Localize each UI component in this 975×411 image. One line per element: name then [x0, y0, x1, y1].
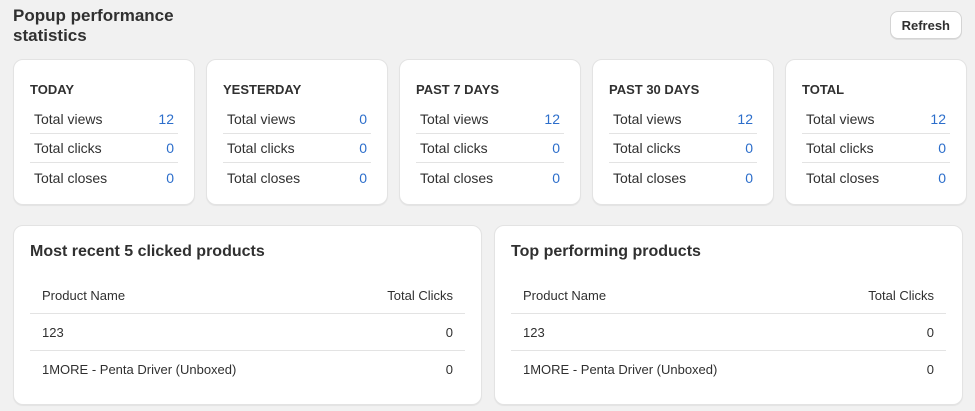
stat-value: 12 — [737, 111, 753, 127]
recent-clicked-table: Product Name Total Clicks 123 0 1MORE - … — [30, 277, 465, 388]
stat-value: 0 — [359, 111, 367, 127]
stat-value: 0 — [745, 169, 753, 186]
product-clicks: 0 — [926, 324, 934, 340]
stat-label: Total closes — [227, 169, 301, 186]
stat-label: Total closes — [806, 169, 880, 186]
stat-label: Total views — [34, 111, 103, 127]
column-header-total-clicks: Total Clicks — [387, 287, 453, 303]
column-header-product-name: Product Name — [523, 287, 607, 303]
stat-label: Total clicks — [420, 140, 488, 156]
stat-row-clicks: Total clicks 0 — [30, 134, 178, 163]
stat-card-today: TODAY Total views 12 Total clicks 0 Tota… — [13, 59, 195, 205]
stat-label: Total clicks — [613, 140, 681, 156]
stats-cards: TODAY Total views 12 Total clicks 0 Tota… — [13, 59, 967, 205]
stat-value: 0 — [938, 169, 946, 186]
stat-card-title: TOTAL — [802, 82, 845, 97]
table-header: Product Name Total Clicks — [30, 277, 465, 314]
stat-value: 12 — [544, 111, 560, 127]
stat-row-clicks: Total clicks 0 — [609, 134, 757, 163]
stat-card-title: PAST 30 DAYS — [609, 82, 700, 97]
stat-card-title: TODAY — [30, 82, 75, 97]
product-name: 123 — [523, 324, 545, 340]
stat-row-views: Total views 12 — [30, 105, 178, 134]
stat-row-closes: Total closes 0 — [609, 163, 757, 192]
stat-card-title: YESTERDAY — [223, 82, 302, 97]
stat-value: 0 — [166, 140, 174, 156]
panel-title: Most recent 5 clicked products — [30, 243, 265, 260]
table-row: 1MORE - Penta Driver (Unboxed) 0 — [511, 351, 946, 388]
stat-card-past-7-days: PAST 7 DAYS Total views 12 Total clicks … — [399, 59, 581, 205]
product-name: 1MORE - Penta Driver (Unboxed) — [42, 362, 237, 377]
stat-value: 0 — [552, 140, 560, 156]
stat-label: Total views — [613, 111, 682, 127]
stat-value: 0 — [166, 169, 174, 186]
product-name: 123 — [42, 324, 64, 340]
stat-row-views: Total views 0 — [223, 105, 371, 134]
stat-row-closes: Total closes 0 — [223, 163, 371, 192]
product-clicks: 0 — [445, 324, 453, 340]
column-header-total-clicks: Total Clicks — [868, 287, 934, 303]
stat-row-closes: Total closes 0 — [802, 163, 950, 192]
top-performing-panel: Top performing products Product Name Tot… — [494, 225, 963, 405]
stat-label: Total closes — [34, 169, 108, 186]
product-panels: Most recent 5 clicked products Product N… — [13, 225, 963, 405]
stat-row-clicks: Total clicks 0 — [223, 134, 371, 163]
stat-label: Total closes — [613, 169, 687, 186]
table-header: Product Name Total Clicks — [511, 277, 946, 314]
stat-card-yesterday: YESTERDAY Total views 0 Total clicks 0 T… — [206, 59, 388, 205]
stat-row-clicks: Total clicks 0 — [416, 134, 564, 163]
stat-value: 12 — [930, 111, 946, 127]
statistics-page: Popup performance statistics Refresh TOD… — [0, 0, 975, 411]
product-clicks: 0 — [926, 362, 934, 377]
refresh-button[interactable]: Refresh — [889, 11, 962, 39]
stat-row-closes: Total closes 0 — [416, 163, 564, 192]
stat-value: 0 — [745, 140, 753, 156]
stat-value: 0 — [359, 140, 367, 156]
stat-label: Total views — [227, 111, 296, 127]
stat-label: Total views — [420, 111, 489, 127]
column-header-product-name: Product Name — [42, 287, 126, 303]
stat-row-views: Total views 12 — [609, 105, 757, 134]
stat-card-title: PAST 7 DAYS — [416, 82, 500, 97]
table-row: 1MORE - Penta Driver (Unboxed) 0 — [30, 351, 465, 388]
stat-card-total: TOTAL Total views 12 Total clicks 0 Tota… — [785, 59, 967, 205]
panel-title: Top performing products — [511, 243, 701, 260]
stat-label: Total clicks — [806, 140, 874, 156]
stat-label: Total views — [806, 111, 875, 127]
recent-clicked-panel: Most recent 5 clicked products Product N… — [13, 225, 482, 405]
stat-row-clicks: Total clicks 0 — [802, 134, 950, 163]
stat-row-closes: Total closes 0 — [30, 163, 178, 192]
stat-card-past-30-days: PAST 30 DAYS Total views 12 Total clicks… — [592, 59, 774, 205]
product-name: 1MORE - Penta Driver (Unboxed) — [523, 362, 718, 377]
stat-label: Total closes — [420, 169, 494, 186]
stat-label: Total clicks — [34, 140, 102, 156]
stat-value: 0 — [938, 140, 946, 156]
stat-row-views: Total views 12 — [802, 105, 950, 134]
top-performing-table: Product Name Total Clicks 123 0 1MORE - … — [511, 277, 946, 388]
stat-value: 12 — [158, 111, 174, 127]
page-title: Popup performance statistics — [13, 6, 174, 45]
table-row: 123 0 — [511, 314, 946, 351]
stat-label: Total clicks — [227, 140, 295, 156]
product-clicks: 0 — [445, 362, 453, 377]
stat-value: 0 — [552, 169, 560, 186]
stat-value: 0 — [359, 169, 367, 186]
table-row: 123 0 — [30, 314, 465, 351]
stat-row-views: Total views 12 — [416, 105, 564, 134]
